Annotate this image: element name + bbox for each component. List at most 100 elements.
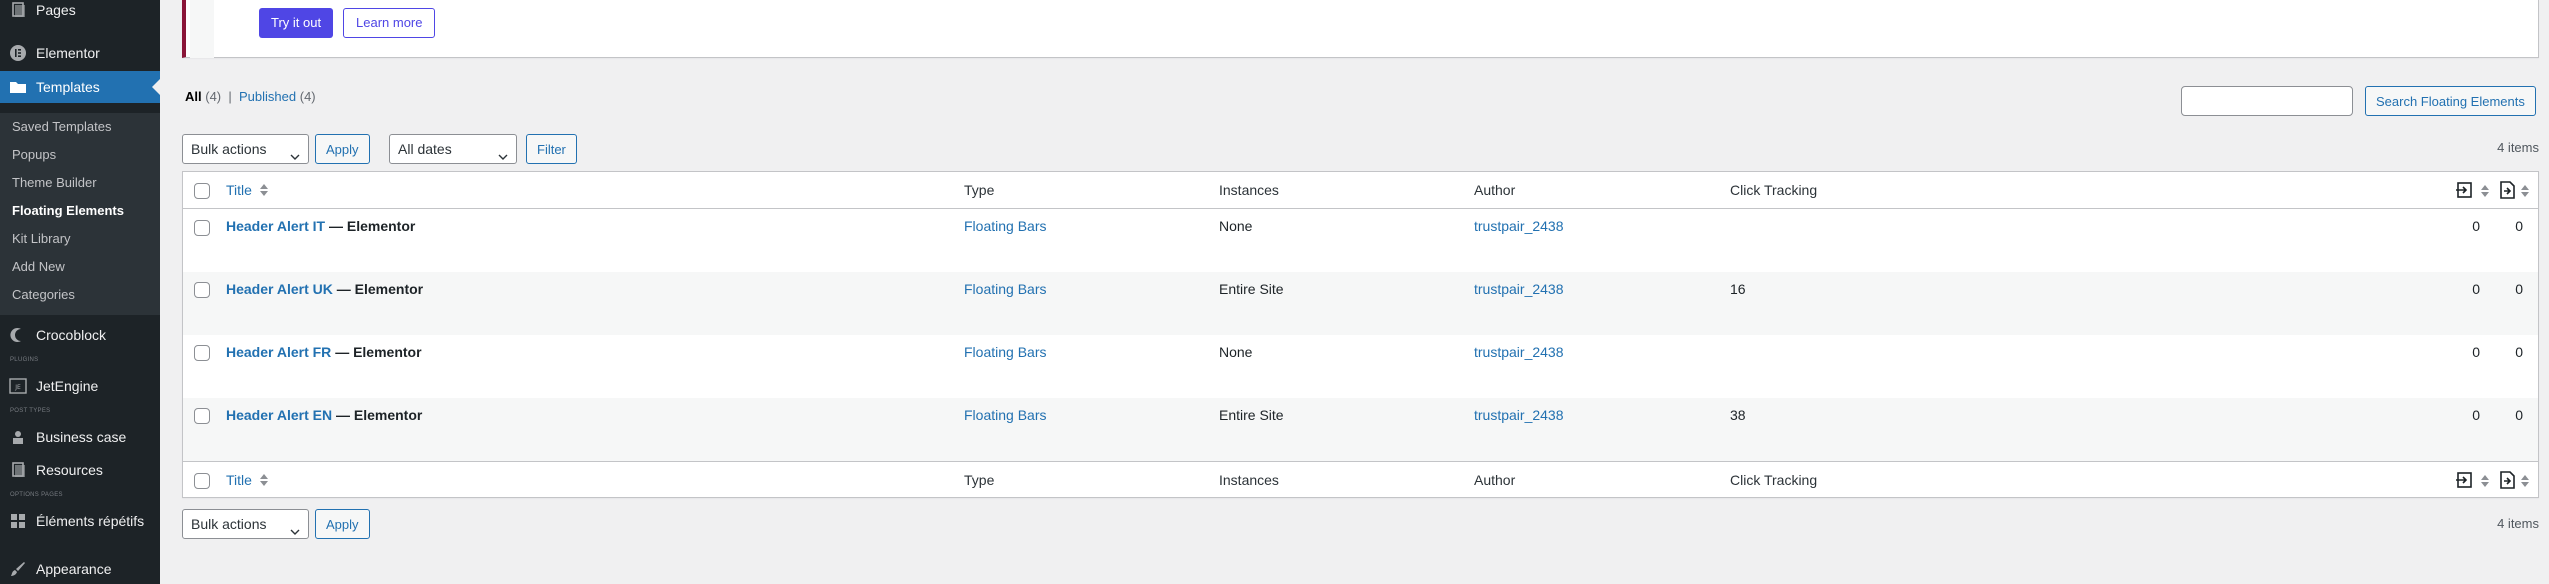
- row-click-tracking: 16: [1730, 281, 1746, 297]
- column-conversions[interactable]: [2497, 470, 2529, 493]
- row-type-link[interactable]: Floating Bars: [964, 281, 1046, 297]
- table-row: Header Alert UK — Elementor Floating Bar…: [183, 272, 2538, 335]
- select-all-checkbox[interactable]: [194, 183, 210, 199]
- row-checkbox[interactable]: [194, 408, 210, 424]
- sidebar-item-label: Business case: [36, 429, 127, 445]
- table-row: Header Alert FR — Elementor Floating Bar…: [183, 335, 2538, 398]
- bulk-actions-select[interactable]: Bulk actions: [182, 134, 309, 164]
- row-title-cell: Header Alert FR — Elementor: [226, 344, 422, 360]
- apply-button-bottom[interactable]: Apply: [315, 509, 370, 539]
- row-author-link[interactable]: trustpair_2438: [1474, 344, 1564, 360]
- row-checkbox[interactable]: [194, 282, 210, 298]
- separator-label: OPTIONS PAGES: [10, 492, 63, 498]
- notice-accent: [190, 0, 214, 58]
- sidebar-item-templates[interactable]: Templates: [0, 71, 160, 103]
- sidebar-item-label: Resources: [36, 462, 103, 478]
- folder-icon: [8, 79, 28, 95]
- column-title-label: Title: [226, 182, 252, 198]
- submenu-item-kit-library[interactable]: Kit Library: [12, 231, 71, 246]
- sidebar-item-appearance[interactable]: Appearance: [0, 555, 160, 583]
- jetengine-icon: JE: [8, 378, 28, 394]
- chevron-down-icon: [290, 143, 300, 171]
- row-checkbox[interactable]: [194, 220, 210, 236]
- row-checkbox[interactable]: [194, 345, 210, 361]
- sidebar-item-business-case[interactable]: Business case: [0, 423, 160, 451]
- view-published[interactable]: Published: [239, 89, 296, 104]
- impressions-icon: [2455, 180, 2477, 203]
- sidebar-item-elements-repetitifs[interactable]: Éléments répétifs: [0, 507, 160, 535]
- row-title-link[interactable]: Header Alert UK: [226, 281, 333, 297]
- svg-text:JE: JE: [14, 384, 21, 391]
- column-impressions[interactable]: [2455, 180, 2489, 203]
- sidebar-item-pages[interactable]: Pages: [0, 0, 160, 24]
- row-title-link[interactable]: Header Alert EN: [226, 407, 332, 423]
- bulk-actions-value: Bulk actions: [191, 516, 267, 532]
- sort-icon: [2481, 184, 2489, 200]
- sidebar-item-label: Éléments répétifs: [36, 513, 145, 529]
- row-post-state: — Elementor: [336, 281, 424, 297]
- grid-icon: [8, 513, 28, 529]
- row-post-state: — Elementor: [335, 407, 423, 423]
- row-instances: Entire Site: [1219, 407, 1284, 423]
- row-title-link[interactable]: Header Alert IT: [226, 218, 325, 234]
- column-title[interactable]: Title: [226, 472, 268, 489]
- row-type-link[interactable]: Floating Bars: [964, 218, 1046, 234]
- row-title-link[interactable]: Header Alert FR: [226, 344, 331, 360]
- sidebar-item-resources[interactable]: Resources: [0, 456, 160, 484]
- search-floating-elements-button[interactable]: Search Floating Elements: [2365, 86, 2536, 116]
- row-conversions: 0: [2515, 281, 2523, 297]
- sidebar-item-label: Elementor: [36, 45, 100, 61]
- promo-notice: Try it out Learn more: [182, 0, 2539, 58]
- sidebar-item-label: Crocoblock: [36, 327, 107, 343]
- templates-submenu: Saved Templates Popups Theme Builder Flo…: [0, 113, 160, 315]
- sidebar-item-jetengine[interactable]: JE JetEngine: [0, 372, 160, 400]
- chevron-down-icon: [498, 143, 508, 171]
- date-filter-select[interactable]: All dates: [389, 134, 517, 164]
- sort-icon: [2521, 184, 2529, 200]
- row-instances: None: [1219, 218, 1253, 234]
- column-conversions[interactable]: [2497, 180, 2529, 203]
- row-title-cell: Header Alert IT — Elementor: [226, 218, 415, 234]
- select-all-checkbox[interactable]: [194, 473, 210, 489]
- submenu-item-saved-templates[interactable]: Saved Templates: [12, 119, 112, 134]
- row-type-link[interactable]: Floating Bars: [964, 407, 1046, 423]
- apply-button[interactable]: Apply: [315, 134, 370, 164]
- column-type: Type: [964, 472, 995, 488]
- submenu-item-theme-builder[interactable]: Theme Builder: [12, 175, 97, 190]
- filter-button[interactable]: Filter: [526, 134, 577, 164]
- sidebar-item-elementor[interactable]: Elementor: [0, 39, 160, 67]
- row-instances: None: [1219, 344, 1253, 360]
- column-title[interactable]: Title: [226, 182, 268, 199]
- sidebar-item-label: JetEngine: [36, 378, 99, 394]
- admin-sidebar: Pages Elementor Templates Saved Template…: [0, 0, 160, 584]
- column-impressions[interactable]: [2455, 470, 2489, 493]
- pin-icon: [8, 429, 28, 445]
- submenu-item-add-new[interactable]: Add New: [12, 259, 65, 274]
- bulk-actions-value: Bulk actions: [191, 141, 267, 157]
- sidebar-item-crocoblock[interactable]: Crocoblock: [0, 321, 160, 349]
- view-separator: |: [228, 89, 232, 104]
- brush-icon: [8, 561, 28, 577]
- view-all[interactable]: All: [185, 89, 202, 104]
- submenu-item-categories[interactable]: Categories: [12, 287, 75, 302]
- row-author-link[interactable]: trustpair_2438: [1474, 281, 1564, 297]
- view-all-count: (4): [205, 89, 222, 104]
- row-click-tracking: 38: [1730, 407, 1746, 423]
- view-published-count: (4): [299, 89, 316, 104]
- row-author-link[interactable]: trustpair_2438: [1474, 218, 1564, 234]
- row-type-link[interactable]: Floating Bars: [964, 344, 1046, 360]
- search-input[interactable]: [2181, 86, 2353, 116]
- try-it-out-button[interactable]: Try it out: [259, 8, 334, 38]
- bulk-actions-select-bottom[interactable]: Bulk actions: [182, 509, 309, 539]
- row-impressions: 0: [2472, 344, 2480, 360]
- separator-label: POST TYPES: [10, 408, 51, 414]
- submenu-item-popups[interactable]: Popups: [12, 147, 56, 162]
- sort-icon: [259, 183, 268, 199]
- submenu-item-floating-elements[interactable]: Floating Elements: [12, 203, 124, 218]
- row-author-link[interactable]: trustpair_2438: [1474, 407, 1564, 423]
- row-impressions: 0: [2472, 218, 2480, 234]
- column-instances: Instances: [1219, 472, 1279, 488]
- learn-more-button[interactable]: Learn more: [343, 8, 436, 38]
- table-footer: Title Type Instances Author Click Tracki…: [183, 461, 2538, 498]
- row-title-cell: Header Alert UK — Elementor: [226, 281, 423, 297]
